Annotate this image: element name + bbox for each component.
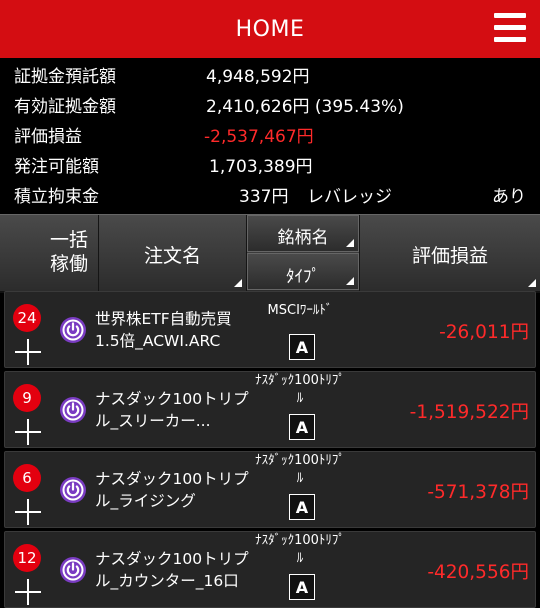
column-bulk-line1: 一括 (49, 229, 88, 251)
position-count-badge: 24 (13, 304, 41, 332)
column-brand-label: 銘柄名 (277, 228, 329, 248)
order-name-line1: ナスダック100トリプ (95, 470, 249, 488)
account-summary: 証拠金預託額 4,948,592円 有効証拠金額 2,410,626円 (395… (0, 58, 540, 214)
power-icon[interactable] (59, 396, 87, 424)
brand-name-line1: ﾅｽﾀﾞｯｸ100ﾄﾘﾌﾟ (255, 453, 345, 468)
expand-plus-icon[interactable] (15, 499, 41, 525)
position-count-badge: 6 (13, 464, 41, 492)
column-brand-type: 銘柄名 ﾀｲﾌﾟ (247, 215, 360, 291)
order-name: ナスダック100トリプ ル_カウンター_16口 (95, 548, 249, 592)
margin-label: 証拠金預託額 (14, 67, 116, 87)
column-type-label: ﾀｲﾌﾟ (286, 267, 320, 287)
brand-name-line2: ﾙ (296, 391, 304, 406)
order-row[interactable]: 9 ナスダック100トリプ ル_スリーカー... ﾅｽﾀﾞｯｸ100ﾄﾘﾌﾟ ﾙ… (4, 371, 536, 448)
brand-name-line1: ﾅｽﾀﾞｯｸ100ﾄﾘﾌﾟ (255, 373, 345, 388)
order-pnl: -1,519,522円 (409, 402, 529, 423)
order-name-line2: ル_カウンター_16口 (95, 572, 239, 590)
order-row[interactable]: 6 ナスダック100トリプ ル_ライジング ﾅｽﾀﾞｯｸ100ﾄﾘﾌﾟ ﾙ A … (4, 451, 536, 528)
reserve-label: 積立拘束金 (14, 187, 99, 207)
order-row[interactable]: 24 世界株ETF自動売買 1.5倍_ACWI.ARC MSCIﾜｰﾙﾄﾞ A … (4, 291, 536, 368)
sort-indicator-icon (528, 279, 536, 287)
pnl-label: 評価損益 (14, 127, 82, 147)
brand-name: ﾅｽﾀﾞｯｸ100ﾄﾘﾌﾟ ﾙ (245, 532, 355, 568)
leverage-value: あり (492, 187, 526, 207)
leverage-label: レバレッジ (307, 187, 392, 207)
order-name-line2: 1.5倍_ACWI.ARC (95, 332, 221, 350)
brand-name-line2: ﾙ (296, 551, 304, 566)
power-icon[interactable] (59, 556, 87, 584)
type-badge: A (289, 414, 315, 440)
type-badge: A (289, 574, 315, 600)
brand-name: ﾅｽﾀﾞｯｸ100ﾄﾘﾌﾟ ﾙ (245, 452, 355, 488)
orderable-label: 発注可能額 (14, 157, 99, 177)
sort-indicator-icon (346, 239, 354, 247)
order-name: ナスダック100トリプ ル_スリーカー... (95, 388, 249, 432)
power-icon[interactable] (59, 316, 87, 344)
power-icon[interactable] (59, 476, 87, 504)
orderable-value: 1,703,389円 (209, 157, 313, 177)
expand-plus-icon[interactable] (15, 579, 41, 605)
pnl-value: -2,537,467円 (204, 127, 314, 147)
order-name: ナスダック100トリプ ル_ライジング (95, 468, 249, 512)
hamburger-menu-icon[interactable] (494, 13, 526, 43)
brand-name-line1: ﾅｽﾀﾞｯｸ100ﾄﾘﾌﾟ (255, 533, 345, 548)
sort-indicator-icon (346, 277, 354, 285)
order-name: 世界株ETF自動売買 1.5倍_ACWI.ARC (95, 308, 232, 352)
column-type[interactable]: ﾀｲﾌﾟ (247, 253, 359, 290)
column-brand[interactable]: 銘柄名 (247, 215, 359, 252)
order-pnl: -26,011円 (439, 322, 529, 343)
brand-name: MSCIﾜｰﾙﾄﾞ (245, 302, 355, 320)
column-order-name[interactable]: 注文名 (99, 215, 247, 291)
order-row[interactable]: 12 ナスダック100トリプ ル_カウンター_16口 ﾅｽﾀﾞｯｸ100ﾄﾘﾌﾟ… (4, 531, 536, 608)
reserve-value: 337円 (239, 187, 289, 207)
brand-name: ﾅｽﾀﾞｯｸ100ﾄﾘﾌﾟ ﾙ (245, 372, 355, 408)
brand-name-line1: MSCIﾜｰﾙﾄﾞ (267, 303, 333, 318)
effective-value: 2,410,626円 (395.43%) (206, 97, 404, 117)
column-pnl[interactable]: 評価損益 (360, 215, 540, 291)
type-badge: A (289, 494, 315, 520)
margin-value: 4,948,592円 (206, 67, 310, 87)
order-pnl: -420,556円 (427, 562, 529, 583)
column-header: 一括 稼働 注文名 銘柄名 ﾀｲﾌﾟ 評価損益 (0, 214, 540, 293)
effective-label: 有効証拠金額 (14, 97, 116, 117)
column-order-name-label: 注文名 (143, 245, 201, 267)
order-name-line1: 世界株ETF自動売買 (95, 310, 232, 328)
column-bulk[interactable]: 一括 稼働 (0, 215, 99, 291)
column-pnl-label: 評価損益 (411, 245, 488, 267)
order-pnl: -571,378円 (427, 482, 529, 503)
position-count-badge: 12 (13, 544, 41, 572)
type-badge: A (289, 334, 315, 360)
order-name-line1: ナスダック100トリプ (95, 550, 249, 568)
app-header: HOME (0, 0, 540, 58)
order-name-line2: ル_ライジング (95, 492, 196, 510)
order-name-line2: ル_スリーカー... (95, 412, 211, 430)
expand-plus-icon[interactable] (15, 339, 41, 365)
sort-indicator-icon (234, 279, 242, 287)
expand-plus-icon[interactable] (15, 419, 41, 445)
position-count-badge: 9 (13, 384, 41, 412)
brand-name-line2: ﾙ (296, 471, 304, 486)
summary-row-reserve: 積立拘束金 337円 レバレッジ あり (14, 182, 526, 212)
page-title: HOME (235, 17, 305, 42)
order-name-line1: ナスダック100トリプ (95, 390, 249, 408)
column-bulk-line2: 稼働 (49, 253, 88, 275)
